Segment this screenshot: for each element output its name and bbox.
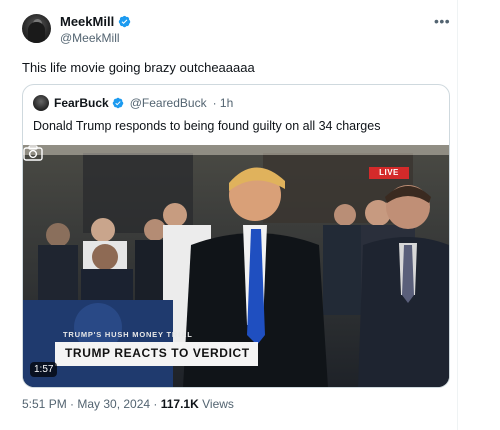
camera-icon[interactable] (23, 145, 43, 161)
video-player[interactable]: LIVE TRUMP'S HUSH MONEY TRIAL TRUMP REAC… (23, 145, 449, 387)
tweet-text: This life movie going brazy outcheaaaaa (22, 60, 255, 75)
lower-third-headline: TRUMP REACTS TO VERDICT (65, 346, 250, 360)
quoted-tweet-text: Donald Trump responds to being found gui… (33, 119, 381, 133)
video-duration: 1:57 (30, 362, 58, 377)
quoted-tweet[interactable]: FearBuck @FearedBuck · 1h Donald Trump r… (22, 84, 450, 388)
verified-badge-icon (112, 97, 123, 109)
quoted-author-name[interactable]: FearBuck (54, 96, 109, 110)
verified-badge-icon (119, 15, 131, 28)
author-name-row[interactable]: MeekMill (60, 14, 131, 29)
tweet-card: MeekMill @MeekMill ••• This life movie g… (0, 0, 458, 430)
more-horizontal-icon[interactable]: ••• (434, 13, 450, 29)
tweet-meta: 5:51 PM · May 30, 2024 · 117.1K Views (22, 397, 234, 411)
lower-third-headline-bar: TRUMP REACTS TO VERDICT (55, 342, 258, 366)
quoted-author-row[interactable]: FearBuck @FearedBuck · 1h (54, 96, 233, 110)
author-display-name[interactable]: MeekMill (60, 14, 114, 29)
author-handle[interactable]: @MeekMill (60, 31, 120, 45)
live-badge: LIVE (369, 167, 409, 179)
views-count: 117.1K (160, 397, 199, 411)
tweet-timestamp[interactable]: 5:51 PM · May 30, 2024 · (22, 397, 161, 411)
avatar-silhouette (28, 22, 45, 43)
lower-third-subtitle: TRUMP'S HUSH MONEY TRIAL (63, 330, 193, 339)
views-label: Views (198, 397, 234, 411)
quoted-author-avatar[interactable] (33, 95, 49, 111)
author-avatar[interactable] (22, 14, 51, 43)
quoted-time-ago: · 1h (212, 96, 234, 110)
quoted-author-handle[interactable]: @FearedBuck (130, 96, 207, 110)
